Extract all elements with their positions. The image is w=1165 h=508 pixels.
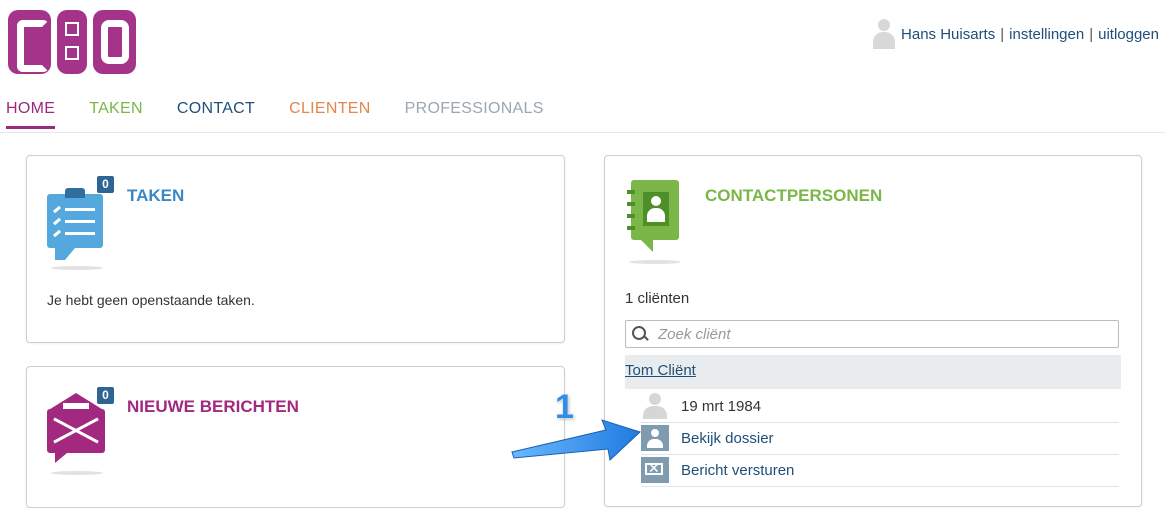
contactpersonen-title[interactable]: CONTACTPERSONEN [705,186,882,206]
main-nav: HOME TAKEN CONTACT CLIENTEN PROFESSIONAL… [6,100,578,129]
client-count: 1 cliënten [625,290,690,307]
view-dossier-row[interactable]: Bekijk dossier [641,422,1119,455]
user-bar: Hans Huisarts | instellingen | uitloggen [873,19,1159,49]
send-message-row[interactable]: Bericht versturen [641,454,1119,487]
tab-contact[interactable]: CONTACT [177,100,255,129]
send-message-link[interactable]: Bericht versturen [681,462,794,479]
client-birthdate-row: 19 mrt 1984 [641,390,1119,423]
tab-taken[interactable]: TAKEN [89,100,143,129]
user-name-link[interactable]: Hans Huisarts [901,26,995,43]
taken-title[interactable]: TAKEN [127,186,184,206]
avatar-icon [873,19,896,49]
nav-divider [0,132,1165,133]
client-search-box[interactable] [625,320,1119,348]
contactpersonen-panel: CONTACTPERSONEN 1 cliënten Tom Cliënt 19… [604,155,1142,507]
client-name-link[interactable]: Tom Cliënt [625,362,696,379]
taken-empty-message: Je hebt geen openstaande taken. [47,292,255,308]
icon-shadow [629,260,681,264]
clipboard-icon [47,186,107,266]
icon-shadow [51,266,103,270]
tab-clienten[interactable]: CLIENTEN [289,100,371,129]
logo-colon [57,10,87,74]
icon-shadow [51,471,103,475]
mail-icon[interactable] [641,457,669,483]
separator: | [1089,25,1094,43]
contact-book-icon [627,180,685,260]
settings-link[interactable]: instellingen [1009,26,1084,43]
berichten-count-badge: 0 [97,387,114,404]
client-row[interactable]: Tom Cliënt [625,355,1121,389]
tab-professionals[interactable]: PROFESSIONALS [405,100,544,129]
person-silhouette-icon [641,393,669,419]
berichten-title[interactable]: NIEUWE BERICHTEN [127,397,299,417]
view-dossier-link[interactable]: Bekijk dossier [681,430,774,447]
dossier-person-icon[interactable] [641,425,669,451]
annotation-number: 1 [555,388,574,426]
client-birthdate: 19 mrt 1984 [681,397,762,415]
separator: | [1000,25,1005,43]
taken-count-badge: 0 [97,176,114,193]
logo-letter-g [8,10,52,74]
taken-panel: 0 TAKEN Je hebt geen openstaande taken. [26,155,565,343]
go-logo[interactable] [8,10,136,74]
tab-home[interactable]: HOME [6,100,56,129]
search-icon [632,326,648,342]
berichten-panel: 0 NIEUWE BERICHTEN [26,366,565,508]
logo-letter-o [92,10,136,74]
client-search-input[interactable] [656,324,1100,344]
logout-link[interactable]: uitloggen [1098,26,1159,43]
